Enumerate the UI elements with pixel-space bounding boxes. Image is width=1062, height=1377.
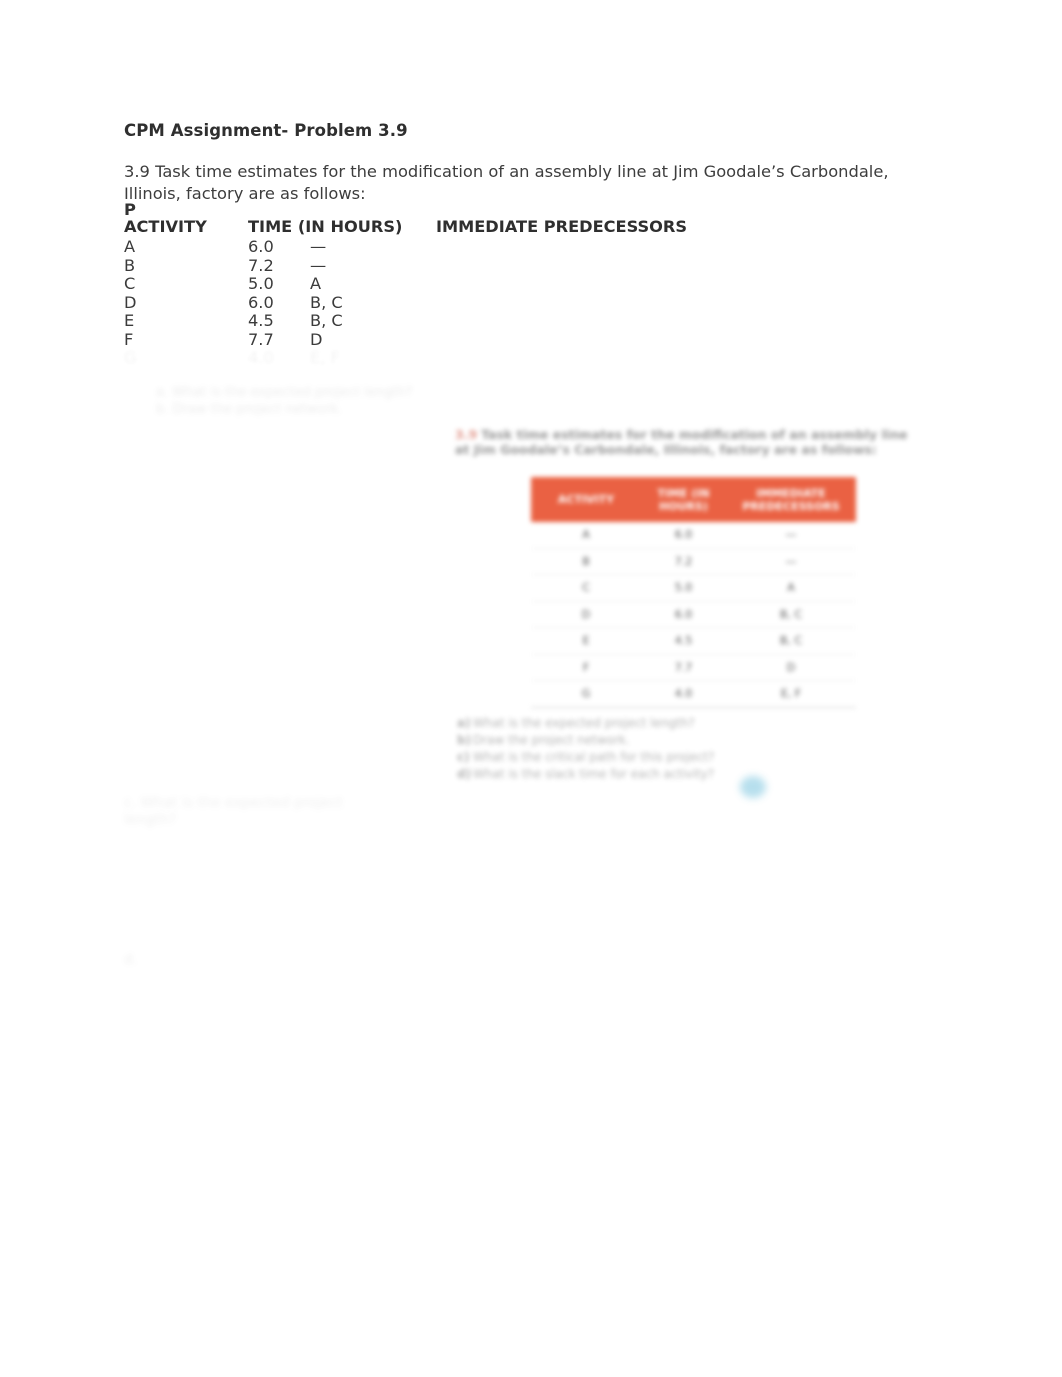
figure-cell-activity: B	[582, 554, 590, 568]
figure-cell-predecessors: —	[785, 554, 797, 568]
table-header-row: ACTIVITY TIME (IN HOURS) IMMEDIATE PREDE…	[124, 217, 687, 237]
cell-activity: B	[124, 255, 136, 275]
figure-table-body: A 6.0 — B 7.2 — C 5.0 A D 6.0 B, C E 4.5…	[531, 522, 856, 708]
figure-cell-predecessors: A	[787, 581, 795, 595]
figure-table-row: D 6.0 B, C	[531, 602, 856, 628]
cell-time: 5.0	[248, 274, 274, 293]
cell-activity: C	[124, 274, 136, 293]
figure-cell-predecessors: B, C	[779, 607, 803, 621]
figure-cell-activity: C	[582, 581, 590, 595]
column-header-predecessors: IMMEDIATE PREDECESSORS	[436, 217, 688, 236]
cell-activity: F	[124, 329, 134, 349]
cell-activity: A	[124, 237, 136, 256]
cell-predecessors: E, F	[310, 348, 340, 367]
figure-column-header-predecessors: IMMEDIATE PREDECESSORS	[742, 486, 840, 513]
cell-time: 4.0	[248, 348, 274, 367]
figure-question-item: a) What is the expected project length?	[457, 715, 787, 731]
column-header-activity: ACTIVITY	[124, 217, 207, 236]
cell-time: 4.5	[248, 311, 274, 330]
cell-predecessors: —	[310, 237, 327, 256]
table-row: D 6.0 B, C	[124, 292, 687, 313]
page-title: CPM Assignment- Problem 3.9	[124, 121, 408, 140]
cell-time: 6.0	[248, 237, 274, 256]
figure-cell-time: 5.0	[674, 581, 693, 595]
figure-cell-activity: D	[581, 607, 591, 621]
figure-question-item: c) What is the critical path for this pr…	[457, 749, 787, 765]
table-row: F 7.7 D	[124, 329, 687, 350]
cell-activity: D	[124, 292, 137, 312]
faded-subquestion-note: a. What is the expected project length? …	[156, 385, 413, 417]
cell-predecessors: B, C	[310, 292, 343, 312]
figure-question-text: What is the expected project length?	[473, 716, 695, 730]
figure-cell-time: 4.5	[674, 634, 693, 648]
figure-table-row: E 4.5 B, C	[531, 628, 856, 655]
figure-column-header-time: TIME (IN HOURS)	[657, 486, 710, 513]
cell-predecessors: D	[310, 329, 323, 349]
table-row: E 4.5 B, C	[124, 311, 687, 331]
figure-cell-time: 7.7	[674, 660, 693, 674]
activity-table: ACTIVITY TIME (IN HOURS) IMMEDIATE PREDE…	[124, 217, 687, 368]
figure-caption-text: Task time estimates for the modification…	[455, 427, 908, 457]
figure-table-row: G 4.0 E, F	[531, 681, 856, 708]
figure-question-item: b) Draw the project network.	[457, 732, 787, 748]
cell-time: 7.7	[248, 329, 274, 349]
figure-cell-predecessors: —	[785, 528, 797, 542]
figure-cell-activity: G	[581, 687, 591, 701]
figure-cell-activity: A	[582, 528, 590, 542]
cell-time: 7.2	[248, 255, 274, 275]
figure-cell-activity: F	[582, 660, 590, 674]
figure-caption: 3.9 Task time estimates for the modifica…	[455, 427, 925, 457]
faded-left-marker: d.	[124, 952, 138, 968]
table-row: B 7.2 —	[124, 255, 687, 276]
figure-column-header-activity: ACTIVITY	[557, 493, 615, 506]
faded-left-note: c. What is the expected project length?	[124, 795, 348, 828]
figure-question-marker: b)	[457, 733, 472, 747]
figure-blue-mark	[740, 776, 766, 798]
table-row-faded: G 4.0 E, F	[124, 348, 687, 368]
document-page: CPM Assignment- Problem 3.9 3.9 Task tim…	[0, 0, 1062, 1377]
cell-predecessors: —	[310, 255, 327, 275]
column-header-time: TIME (IN HOURS)	[248, 217, 403, 236]
cell-activity: E	[124, 311, 135, 330]
figure-question-marker: d)	[457, 767, 472, 781]
figure-cell-time: 4.0	[674, 687, 693, 701]
figure-cell-predecessors: E, F	[780, 687, 802, 701]
figure-table-row: B 7.2 —	[531, 549, 856, 575]
figure-cell-time: 7.2	[674, 554, 693, 568]
embedded-textbook-figure: 3.9 Task time estimates for the modifica…	[443, 415, 933, 805]
figure-cell-predecessors: B, C	[779, 634, 803, 648]
table-row: A 6.0 —	[124, 237, 687, 257]
figure-caption-number: 3.9	[455, 427, 478, 442]
cell-time: 6.0	[248, 292, 274, 312]
cell-activity: G	[124, 348, 137, 367]
figure-table-row: F 7.7 D	[531, 655, 856, 681]
figure-question-item: d) What is the slack time for each activ…	[457, 766, 787, 782]
figure-cell-time: 6.0	[674, 607, 693, 621]
figure-question-marker: c)	[457, 750, 470, 764]
cell-predecessors: A	[310, 274, 322, 293]
figure-question-list: a) What is the expected project length? …	[457, 715, 787, 783]
cell-predecessors: B, C	[310, 311, 343, 330]
figure-cell-predecessors: D	[786, 660, 796, 674]
problem-intro-paragraph: 3.9 Task time estimates for the modifica…	[124, 162, 889, 203]
figure-table: ACTIVITY TIME (IN HOURS) IMMEDIATE PREDE…	[531, 477, 856, 708]
figure-table-header-row: ACTIVITY TIME (IN HOURS) IMMEDIATE PREDE…	[531, 477, 856, 522]
figure-table-row: A 6.0 —	[531, 522, 856, 549]
figure-cell-time: 6.0	[674, 528, 693, 542]
figure-question-marker: a)	[457, 716, 471, 730]
figure-question-text: What is the slack time for each activity…	[473, 767, 715, 781]
figure-question-text: What is the critical path for this proje…	[473, 750, 715, 764]
table-row: C 5.0 A	[124, 274, 687, 294]
figure-question-text: Draw the project network.	[473, 733, 630, 747]
figure-cell-activity: E	[582, 634, 590, 648]
figure-table-row: C 5.0 A	[531, 575, 856, 602]
